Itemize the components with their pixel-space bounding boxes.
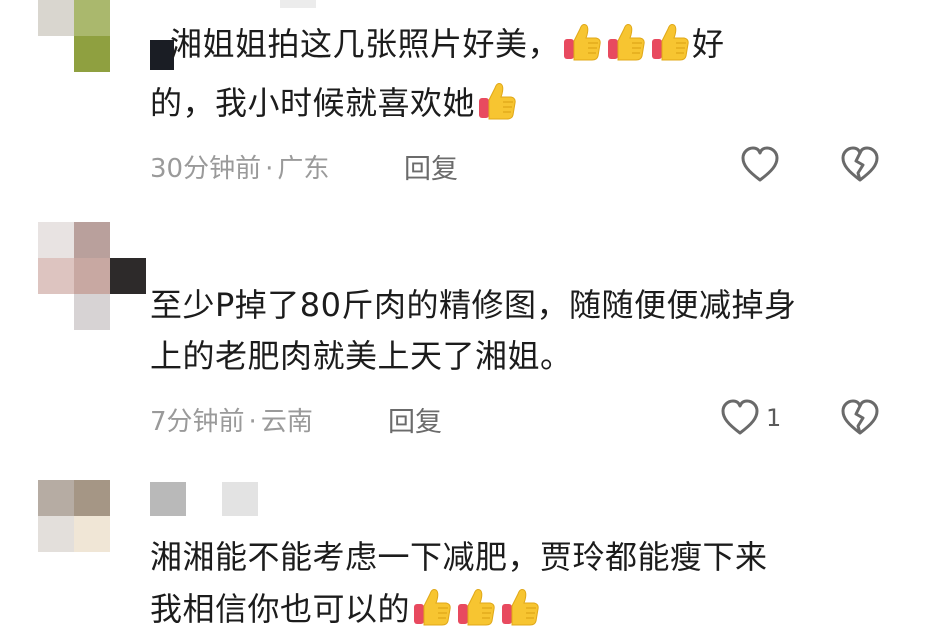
like-count: 1: [766, 404, 782, 432]
comment-text-line: 上的老肥肉就美上天了湘姐。: [150, 337, 573, 375]
broken-heart-icon[interactable]: [838, 143, 882, 187]
avatar[interactable]: [38, 222, 148, 332]
comment-text: 湘姐姐拍这几张照片好美， 好: [170, 18, 850, 71]
comment-text-2: 的，我小时候就喜欢她: [150, 77, 850, 130]
heart-icon[interactable]: [718, 396, 762, 440]
avatar[interactable]: [38, 0, 148, 74]
comment-text-line: 好: [692, 25, 725, 63]
comment-text: 至少P掉了80斤肉的精修图，随随便便减掉身: [150, 279, 890, 332]
thumbs-up-emoji-icon: [412, 586, 452, 628]
meta-separator: ·: [265, 154, 274, 184]
comment-text-2: 我相信你也可以的: [150, 583, 850, 636]
thumbs-up-emoji-icon: [562, 21, 602, 63]
thumbs-up-emoji-icon: [456, 586, 496, 628]
broken-heart-icon[interactable]: [838, 396, 882, 440]
comment-text-line: 湘姐姐拍这几张照片好美，: [170, 25, 561, 63]
timestamp: 7分钟前: [150, 407, 245, 437]
meta-separator: ·: [248, 407, 257, 437]
thumbs-up-emoji-icon: [650, 21, 690, 63]
thumbs-up-emoji-icon: [606, 21, 646, 63]
comment-text-2: 上的老肥肉就美上天了湘姐。: [150, 330, 850, 383]
comment-text-line: 的，我小时候就喜欢她: [150, 84, 476, 122]
thumbs-up-emoji-icon: [477, 80, 517, 122]
comment-text-line: 我相信你也可以的: [150, 590, 411, 628]
location: 云南: [260, 407, 313, 437]
comment-text: 湘湘能不能考虑一下减肥，贾玲都能瘦下来: [150, 531, 890, 584]
comment-meta: 7分钟前 · 云南: [150, 401, 313, 438]
comment-text-line: 至少P掉了80斤肉的精修图，随随便便减掉身: [150, 286, 797, 324]
timestamp: 30分钟前: [150, 154, 262, 184]
heart-icon[interactable]: [738, 143, 782, 187]
avatar[interactable]: [38, 480, 148, 590]
thumbs-up-emoji-icon: [500, 586, 540, 628]
comment-text-line: 湘湘能不能考虑一下减肥，贾玲都能瘦下来: [150, 538, 768, 576]
reply-button[interactable]: 回复: [388, 400, 442, 439]
comment-meta: 30分钟前 · 广东: [150, 148, 329, 185]
reply-button[interactable]: 回复: [404, 147, 458, 186]
location: 广东: [277, 154, 330, 184]
